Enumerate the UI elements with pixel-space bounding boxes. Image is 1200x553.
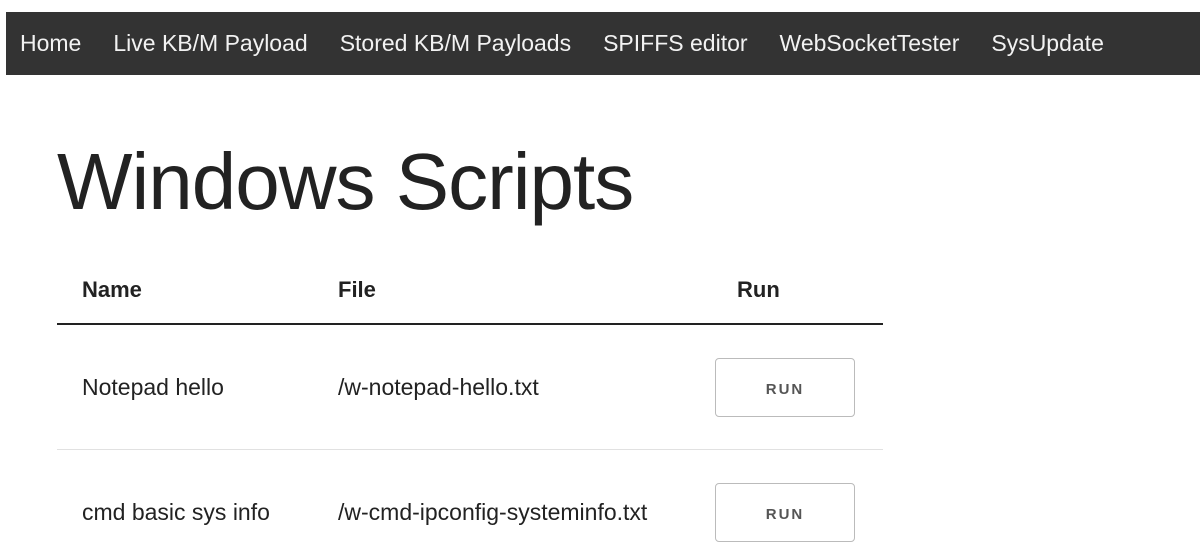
table-header-row: Name File Run xyxy=(57,265,883,325)
top-navbar: Home Live KB/M Payload Stored KB/M Paylo… xyxy=(6,12,1200,75)
nav-live-kbm-payload[interactable]: Live KB/M Payload xyxy=(97,12,323,75)
nav-stored-kbm-payloads[interactable]: Stored KB/M Payloads xyxy=(324,12,587,75)
run-cell: RUN xyxy=(712,324,883,450)
nav-websocket-tester[interactable]: WebSocketTester xyxy=(764,12,976,75)
scripts-table: Name File Run Notepad hello /w-notepad-h… xyxy=(57,265,883,553)
run-button[interactable]: RUN xyxy=(715,357,855,417)
page-title: Windows Scripts xyxy=(57,137,634,226)
script-name: cmd basic sys info xyxy=(57,449,313,553)
nav-sysupdate[interactable]: SysUpdate xyxy=(975,12,1120,75)
table-row: Notepad hello /w-notepad-hello.txt RUN xyxy=(57,324,883,450)
table-row: cmd basic sys info /w-cmd-ipconfig-syste… xyxy=(57,449,883,553)
script-file: /w-cmd-ipconfig-systeminfo.txt xyxy=(313,449,712,553)
nav-spiffs-editor[interactable]: SPIFFS editor xyxy=(587,12,763,75)
run-button[interactable]: RUN xyxy=(715,482,855,542)
script-file: /w-notepad-hello.txt xyxy=(313,324,712,450)
column-header-name: Name xyxy=(57,265,313,325)
script-name: Notepad hello xyxy=(57,324,313,450)
column-header-file: File xyxy=(313,265,712,325)
nav-home[interactable]: Home xyxy=(6,12,97,75)
column-header-run: Run xyxy=(712,265,883,325)
page: Home Live KB/M Payload Stored KB/M Paylo… xyxy=(0,0,1200,553)
run-cell: RUN xyxy=(712,449,883,553)
